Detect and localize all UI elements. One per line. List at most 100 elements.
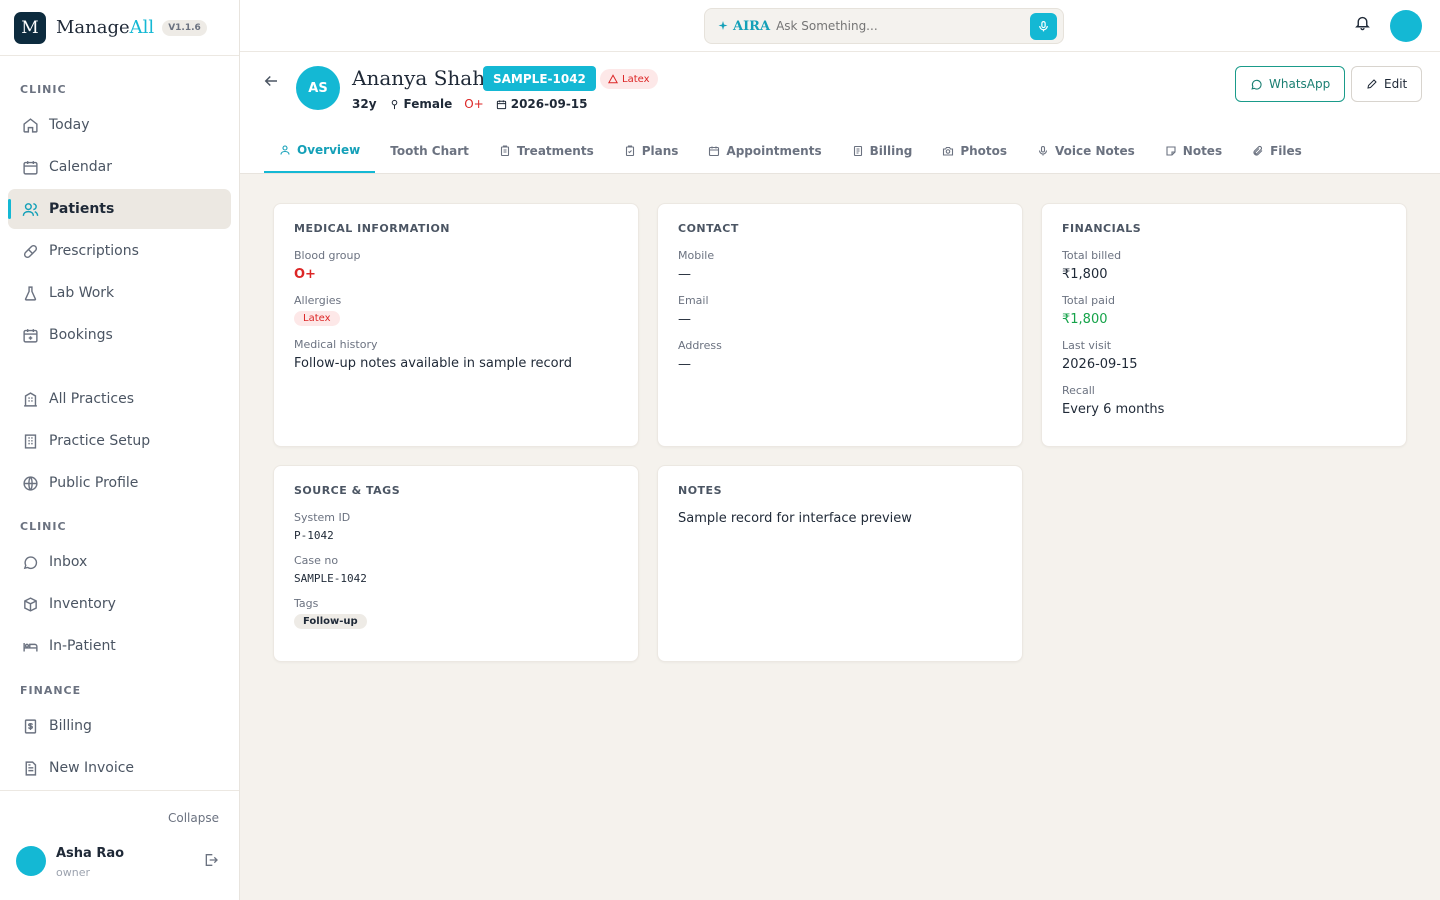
case-no-value: SAMPLE-1042 bbox=[294, 572, 367, 585]
whatsapp-icon bbox=[1250, 78, 1263, 91]
sidebar-item-label: Prescriptions bbox=[49, 243, 139, 259]
users-icon bbox=[21, 200, 39, 218]
sidebar-item-patients[interactable]: Patients bbox=[8, 189, 231, 229]
user-name: Asha Rao bbox=[56, 846, 125, 861]
card-title: SOURCE & TAGS bbox=[294, 484, 401, 497]
tab-files[interactable]: Files bbox=[1237, 128, 1317, 173]
medical-information-card: MEDICAL INFORMATION Blood group O+ Aller… bbox=[273, 203, 639, 447]
card-title: CONTACT bbox=[678, 222, 739, 235]
email-label: Email bbox=[678, 294, 709, 307]
recall-value: Every 6 months bbox=[1062, 402, 1165, 417]
calendar-icon bbox=[496, 99, 507, 110]
warning-icon bbox=[608, 74, 618, 84]
clipboard-check-icon bbox=[624, 144, 636, 157]
app-logo[interactable]: M bbox=[14, 11, 46, 44]
sidebar-item-label: Inventory bbox=[49, 596, 116, 612]
email-value: — bbox=[678, 312, 691, 327]
tab-overview[interactable]: Overview bbox=[264, 128, 376, 173]
sidebar: M ManageAll V1.1.6 CLINIC Today Calendar… bbox=[0, 0, 240, 900]
sidebar-item-label: Today bbox=[49, 117, 90, 133]
aira-search[interactable]: AIRA bbox=[704, 8, 1064, 44]
patient-gender: Female bbox=[403, 97, 453, 111]
tab-billing[interactable]: Billing bbox=[837, 128, 928, 173]
patient-name: Ananya Shah bbox=[352, 66, 486, 90]
sidebar-item-public-profile[interactable]: Public Profile bbox=[8, 463, 231, 503]
allergy-chip: Latex bbox=[294, 311, 340, 326]
brand: M ManageAll V1.1.6 bbox=[0, 0, 239, 56]
mic-icon[interactable] bbox=[1030, 13, 1057, 40]
mobile-value: — bbox=[678, 267, 691, 282]
total-paid-value: ₹1,800 bbox=[1062, 312, 1108, 327]
system-id-value: P-1042 bbox=[294, 529, 334, 542]
tab-label: Voice Notes bbox=[1055, 143, 1135, 158]
allergy-badge-label: Latex bbox=[622, 73, 650, 85]
app-name-part2: All bbox=[129, 17, 155, 38]
topbar: AIRA bbox=[240, 0, 1440, 52]
receipt-icon bbox=[21, 717, 39, 735]
home-icon bbox=[21, 116, 39, 134]
sidebar-item-all-practices[interactable]: All Practices bbox=[8, 379, 231, 419]
sidebar-item-practice-setup[interactable]: Practice Setup bbox=[8, 421, 231, 461]
sidebar-item-billing[interactable]: Billing bbox=[8, 706, 231, 746]
whatsapp-button-label: WhatsApp bbox=[1269, 77, 1331, 91]
tab-tooth-chart[interactable]: Tooth Chart bbox=[375, 128, 484, 173]
avatar[interactable] bbox=[16, 846, 46, 876]
card-title: NOTES bbox=[678, 484, 722, 497]
version-badge: V1.1.6 bbox=[162, 19, 207, 36]
recall-label: Recall bbox=[1062, 384, 1095, 397]
sidebar-item-bookings[interactable]: Bookings bbox=[8, 315, 231, 355]
patient-meta: 32y Female O+ 2026-09-15 bbox=[352, 97, 588, 111]
sidebar-item-label: Public Profile bbox=[49, 475, 139, 491]
system-id-label: System ID bbox=[294, 511, 351, 524]
patient-tabs: Overview Tooth Chart Treatments Plans Ap… bbox=[264, 128, 1317, 173]
pencil-icon bbox=[1366, 78, 1378, 90]
sidebar-item-prescriptions[interactable]: Prescriptions bbox=[8, 231, 231, 271]
tab-plans[interactable]: Plans bbox=[609, 128, 694, 173]
sticky-note-icon bbox=[1165, 145, 1177, 157]
tab-treatments[interactable]: Treatments bbox=[484, 128, 609, 173]
calendar-icon bbox=[21, 158, 39, 176]
tab-label: Files bbox=[1270, 143, 1302, 158]
financials-card: FINANCIALS Total billed ₹1,800 Total pai… bbox=[1041, 203, 1407, 447]
sidebar-item-label: Bookings bbox=[49, 327, 113, 343]
edit-button-label: Edit bbox=[1384, 77, 1408, 91]
edit-button[interactable]: Edit bbox=[1351, 66, 1423, 102]
tab-label: Appointments bbox=[726, 143, 822, 158]
case-no-label: Case no bbox=[294, 554, 339, 567]
mic-icon bbox=[1037, 145, 1049, 157]
blood-group-value: O+ bbox=[294, 267, 316, 282]
receipt-icon bbox=[852, 145, 864, 157]
sidebar-item-inbox[interactable]: Inbox bbox=[8, 542, 231, 582]
tab-appointments[interactable]: Appointments bbox=[693, 128, 836, 173]
source-tags-card: SOURCE & TAGS System ID P-1042 Case no S… bbox=[273, 465, 639, 662]
profile-avatar[interactable] bbox=[1390, 10, 1422, 42]
tab-photos[interactable]: Photos bbox=[927, 128, 1022, 173]
sidebar-item-in-patient[interactable]: In-Patient bbox=[8, 626, 231, 666]
medical-history-value: Follow-up notes available in sample reco… bbox=[294, 356, 573, 371]
clipboard-icon bbox=[499, 144, 511, 157]
sidebar-item-calendar[interactable]: Calendar bbox=[8, 147, 231, 187]
building-icon bbox=[21, 390, 39, 408]
sidebar-item-inventory[interactable]: Inventory bbox=[8, 584, 231, 624]
card-title: MEDICAL INFORMATION bbox=[294, 222, 451, 235]
bell-icon[interactable] bbox=[1354, 14, 1371, 35]
box-icon bbox=[21, 595, 39, 613]
pin-icon bbox=[389, 99, 400, 110]
sidebar-item-new-invoice[interactable]: New Invoice bbox=[8, 748, 231, 788]
collapse-button[interactable]: Collapse bbox=[168, 811, 219, 825]
tab-voice-notes[interactable]: Voice Notes bbox=[1022, 128, 1150, 173]
logout-icon[interactable] bbox=[203, 852, 219, 872]
tag-chip[interactable]: Follow-up bbox=[294, 614, 367, 629]
total-billed-label: Total billed bbox=[1062, 249, 1122, 262]
user-role: owner bbox=[56, 866, 90, 879]
back-arrow-icon[interactable] bbox=[262, 72, 280, 94]
sidebar-item-today[interactable]: Today bbox=[8, 105, 231, 145]
whatsapp-button[interactable]: WhatsApp bbox=[1235, 66, 1346, 102]
tab-label: Photos bbox=[960, 143, 1008, 158]
sidebar-item-lab-work[interactable]: Lab Work bbox=[8, 273, 231, 313]
aira-input[interactable] bbox=[776, 19, 1017, 33]
tab-label: Tooth Chart bbox=[390, 143, 469, 158]
tab-notes[interactable]: Notes bbox=[1150, 128, 1237, 173]
patient-gender-wrap: Female bbox=[389, 97, 453, 111]
tab-label: Plans bbox=[641, 143, 679, 158]
